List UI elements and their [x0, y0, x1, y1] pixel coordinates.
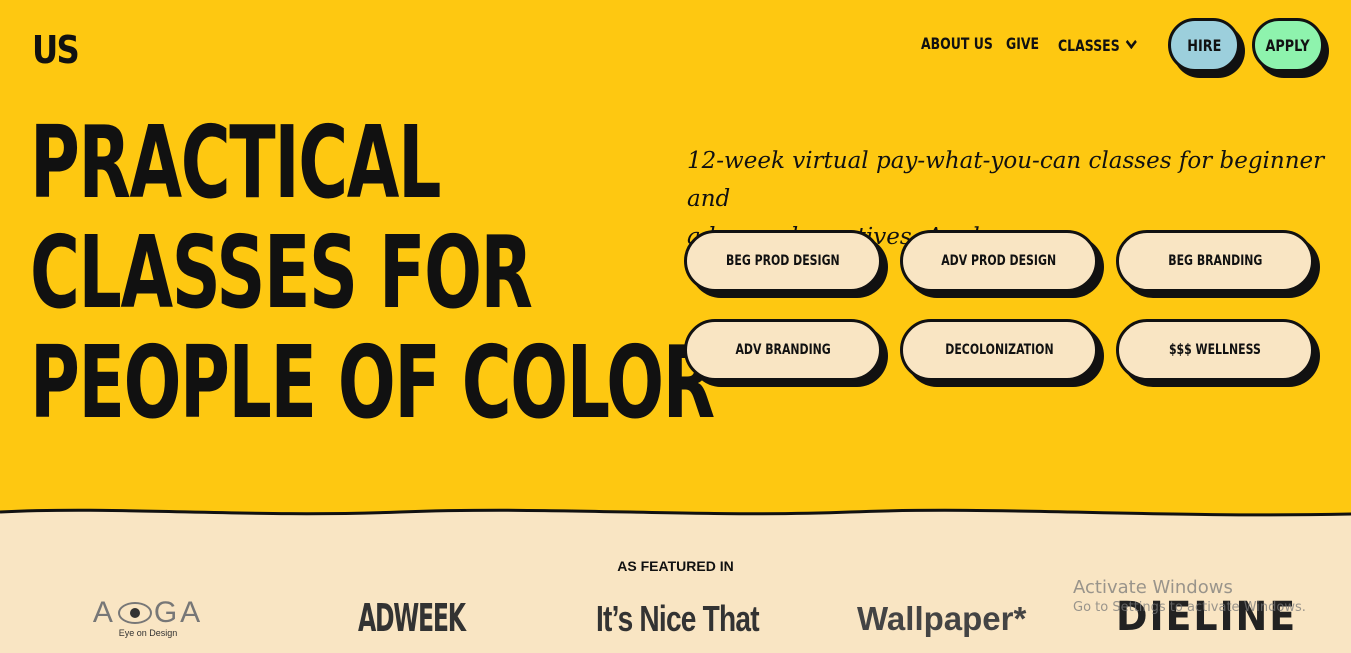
activate-title: Activate Windows	[1073, 577, 1233, 598]
hire-button-label: HIRE	[1186, 35, 1222, 55]
aiga-eye-on-design-logo[interactable]: A GA Eye on Design	[88, 596, 208, 638]
eye-icon	[117, 602, 152, 624]
its-nice-that-logo[interactable]: It’s Nice That	[596, 598, 760, 640]
chevron-down-icon	[1125, 34, 1137, 50]
headline-line: CLASSES FOR	[30, 214, 533, 331]
headline-line: PRACTICAL	[30, 104, 441, 221]
wave-divider	[0, 508, 1351, 538]
nav-about-us[interactable]: ABOUT US	[921, 34, 993, 56]
activate-subtitle: Go to Settings to activate Windows.	[1073, 600, 1306, 615]
adweek-logo[interactable]: ADWEEK	[358, 596, 466, 640]
apply-button[interactable]: APPLY	[1252, 18, 1324, 72]
class-button-wellness[interactable]: $$$ WELLNESS	[1116, 319, 1314, 381]
class-button-adv-branding[interactable]: ADV BRANDING	[684, 319, 882, 381]
aoga-right-text: GA	[153, 596, 204, 629]
nav-classes[interactable]: CLASSES	[1058, 34, 1137, 56]
wallpaper-logo[interactable]: Wallpaper*	[857, 600, 1026, 638]
class-button-beg-branding[interactable]: BEG BRANDING	[1116, 230, 1314, 292]
apply-button-label: APPLY	[1265, 35, 1311, 55]
aoga-left-text: A	[92, 596, 116, 629]
nav-give[interactable]: GIVE	[1006, 34, 1039, 56]
subtitle-line: 12-week virtual pay-what-you-can classes…	[687, 148, 1325, 212]
class-button-adv-prod-design[interactable]: ADV PROD DESIGN	[900, 230, 1098, 292]
hire-button[interactable]: HIRE	[1168, 18, 1240, 72]
class-button-label: DECOLONIZATION	[944, 342, 1054, 358]
class-button-label: BEG BRANDING	[1167, 253, 1263, 269]
nav-classes-label: CLASSES	[1058, 35, 1120, 55]
class-button-label: ADV PROD DESIGN	[941, 253, 1057, 269]
class-button-label: BEG PROD DESIGN	[726, 253, 840, 269]
featured-in-heading: AS FEATURED IN	[617, 558, 734, 574]
site-logo[interactable]: US	[32, 28, 80, 72]
activate-windows-watermark: Activate Windows Go to Settings to activ…	[1073, 577, 1306, 615]
class-button-beg-prod-design[interactable]: BEG PROD DESIGN	[684, 230, 882, 292]
class-button-label: ADV BRANDING	[735, 342, 831, 358]
class-button-decolonization[interactable]: DECOLONIZATION	[900, 319, 1098, 381]
headline-line: PEOPLE OF COLOR	[30, 324, 715, 441]
class-button-label: $$$ WELLNESS	[1169, 342, 1261, 358]
